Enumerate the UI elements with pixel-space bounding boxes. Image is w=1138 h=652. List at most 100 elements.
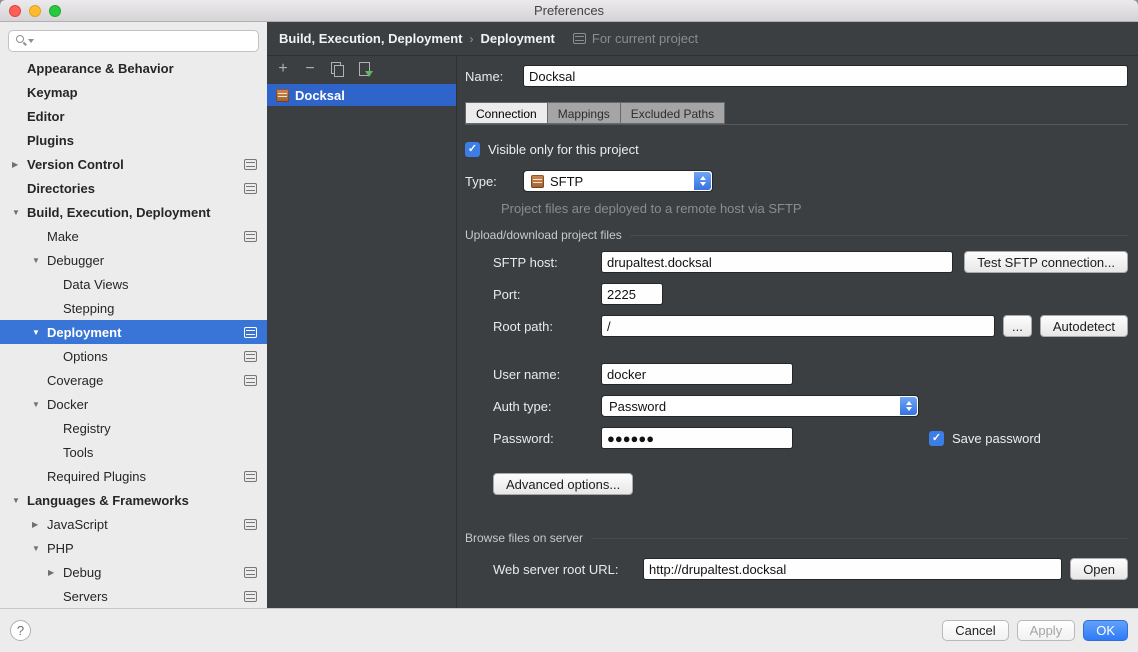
close-window-button[interactable]: [9, 5, 21, 17]
scope-label: For current project: [592, 31, 698, 46]
user-name-label: User name:: [493, 367, 593, 382]
browse-root-path-button[interactable]: ...: [1003, 315, 1032, 337]
remove-icon[interactable]: −: [303, 62, 317, 76]
sidebar-item-docker[interactable]: ▼Docker: [0, 392, 267, 416]
server-list-item-docksal[interactable]: Docksal: [267, 84, 456, 106]
sidebar-item-version-control[interactable]: ▶Version Control: [0, 152, 267, 176]
apply-button[interactable]: Apply: [1017, 620, 1076, 641]
sidebar-item-deployment[interactable]: ▼Deployment: [0, 320, 267, 344]
chevron-down-icon[interactable]: ▼: [32, 544, 45, 553]
name-label: Name:: [465, 69, 515, 84]
per-project-settings-icon: [244, 375, 257, 386]
sidebar-item-label: Plugins: [27, 133, 74, 148]
sidebar-item-appearance-behavior[interactable]: Appearance & Behavior: [0, 56, 267, 80]
per-project-settings-icon: [244, 591, 257, 602]
search-input[interactable]: [8, 30, 259, 52]
chevron-down-icon[interactable]: ▼: [12, 208, 25, 217]
visible-only-checkbox[interactable]: ✓: [465, 142, 480, 157]
sidebar-item-required-plugins[interactable]: Required Plugins: [0, 464, 267, 488]
sftp-host-input[interactable]: [601, 251, 953, 273]
import-icon[interactable]: [357, 62, 371, 76]
help-button[interactable]: ?: [10, 620, 31, 641]
open-button[interactable]: Open: [1070, 558, 1128, 580]
name-input[interactable]: [523, 65, 1128, 87]
sidebar-item-label: Coverage: [47, 373, 103, 388]
type-select[interactable]: SFTP: [523, 170, 713, 192]
password-input[interactable]: [601, 427, 793, 449]
sidebar-item-debugger[interactable]: ▼Debugger: [0, 248, 267, 272]
sidebar-item-label: Debugger: [47, 253, 104, 268]
chevron-down-icon[interactable]: ▼: [12, 496, 25, 505]
sidebar-item-debug[interactable]: ▶Debug: [0, 560, 267, 584]
sidebar-item-label: Editor: [27, 109, 65, 124]
sidebar-item-label: Tools: [63, 445, 93, 460]
sidebar-item-label: Deployment: [47, 325, 121, 340]
sidebar-item-php[interactable]: ▼PHP: [0, 536, 267, 560]
type-label: Type:: [465, 174, 515, 189]
chevron-down-icon[interactable]: ▼: [32, 328, 45, 337]
sidebar-item-options[interactable]: Options: [0, 344, 267, 368]
sidebar-item-editor[interactable]: Editor: [0, 104, 267, 128]
root-path-input[interactable]: [601, 315, 995, 337]
sidebar-item-registry[interactable]: Registry: [0, 416, 267, 440]
test-sftp-connection-button[interactable]: Test SFTP connection...: [964, 251, 1128, 273]
chevron-right-icon[interactable]: ▶: [32, 520, 45, 529]
sidebar-item-label: Build, Execution, Deployment: [27, 205, 210, 220]
cancel-button[interactable]: Cancel: [942, 620, 1008, 641]
scope-indicator: For current project: [573, 31, 698, 46]
server-list-toolbar: +−: [267, 56, 456, 82]
save-password-label: Save password: [952, 431, 1041, 446]
sidebar-item-coverage[interactable]: Coverage: [0, 368, 267, 392]
sidebar-item-keymap[interactable]: Keymap: [0, 80, 267, 104]
zoom-window-button[interactable]: [49, 5, 61, 17]
settings-tree: Appearance & Behavior Keymap Editor Plugins…: [0, 56, 267, 608]
minimize-window-button[interactable]: [29, 5, 41, 17]
save-password-checkbox[interactable]: ✓: [929, 431, 944, 446]
browse-section-header: Browse files on server: [465, 531, 1128, 545]
advanced-options-button[interactable]: Advanced options...: [493, 473, 633, 495]
tab-excluded-paths[interactable]: Excluded Paths: [621, 102, 725, 124]
web-root-url-input[interactable]: [643, 558, 1062, 580]
sidebar-item-label: Directories: [27, 181, 95, 196]
sftp-server-icon: [276, 89, 289, 102]
sidebar-item-languages-frameworks[interactable]: ▼Languages & Frameworks: [0, 488, 267, 512]
chevron-right-icon[interactable]: ▶: [12, 160, 25, 169]
sidebar-item-label: Servers: [63, 589, 108, 604]
titlebar[interactable]: Preferences: [0, 0, 1138, 22]
user-name-input[interactable]: [601, 363, 793, 385]
port-input[interactable]: [601, 283, 663, 305]
sidebar-item-label: Options: [63, 349, 108, 364]
server-list: Docksal: [267, 82, 456, 608]
tab-mappings[interactable]: Mappings: [548, 102, 621, 124]
sidebar-item-make[interactable]: Make: [0, 224, 267, 248]
chevron-down-icon[interactable]: ▼: [32, 400, 45, 409]
checkmark-icon: ✓: [468, 144, 477, 155]
sidebar-item-tools[interactable]: Tools: [0, 440, 267, 464]
sidebar-item-servers[interactable]: Servers: [0, 584, 267, 608]
sidebar-item-directories[interactable]: Directories: [0, 176, 267, 200]
sidebar-item-label: Appearance & Behavior: [27, 61, 174, 76]
search-options-chevron-icon[interactable]: [28, 39, 34, 43]
sidebar-item-stepping[interactable]: Stepping: [0, 296, 267, 320]
dropdown-stepper-icon[interactable]: [694, 172, 711, 190]
sidebar-item-label: Make: [47, 229, 79, 244]
chevron-right-icon[interactable]: ▶: [48, 568, 61, 577]
sidebar-item-label: Docker: [47, 397, 88, 412]
tab-connection[interactable]: Connection: [465, 102, 548, 124]
per-project-settings-icon: [244, 159, 257, 170]
per-project-settings-icon: [244, 567, 257, 578]
autodetect-button[interactable]: Autodetect: [1040, 315, 1128, 337]
auth-type-select[interactable]: Password: [601, 395, 919, 417]
sidebar-item-build-execution-deployment[interactable]: ▼Build, Execution, Deployment: [0, 200, 267, 224]
web-root-url-label: Web server root URL:: [493, 562, 635, 577]
root-path-label: Root path:: [493, 319, 593, 334]
chevron-down-icon[interactable]: ▼: [32, 256, 45, 265]
ok-button[interactable]: OK: [1083, 620, 1128, 641]
breadcrumb-section[interactable]: Build, Execution, Deployment: [279, 31, 462, 46]
add-icon[interactable]: +: [276, 62, 290, 76]
copy-icon[interactable]: [330, 62, 344, 76]
sidebar-item-javascript[interactable]: ▶JavaScript: [0, 512, 267, 536]
sidebar-item-data-views[interactable]: Data Views: [0, 272, 267, 296]
sidebar-item-plugins[interactable]: Plugins: [0, 128, 267, 152]
dropdown-stepper-icon[interactable]: [900, 397, 917, 415]
